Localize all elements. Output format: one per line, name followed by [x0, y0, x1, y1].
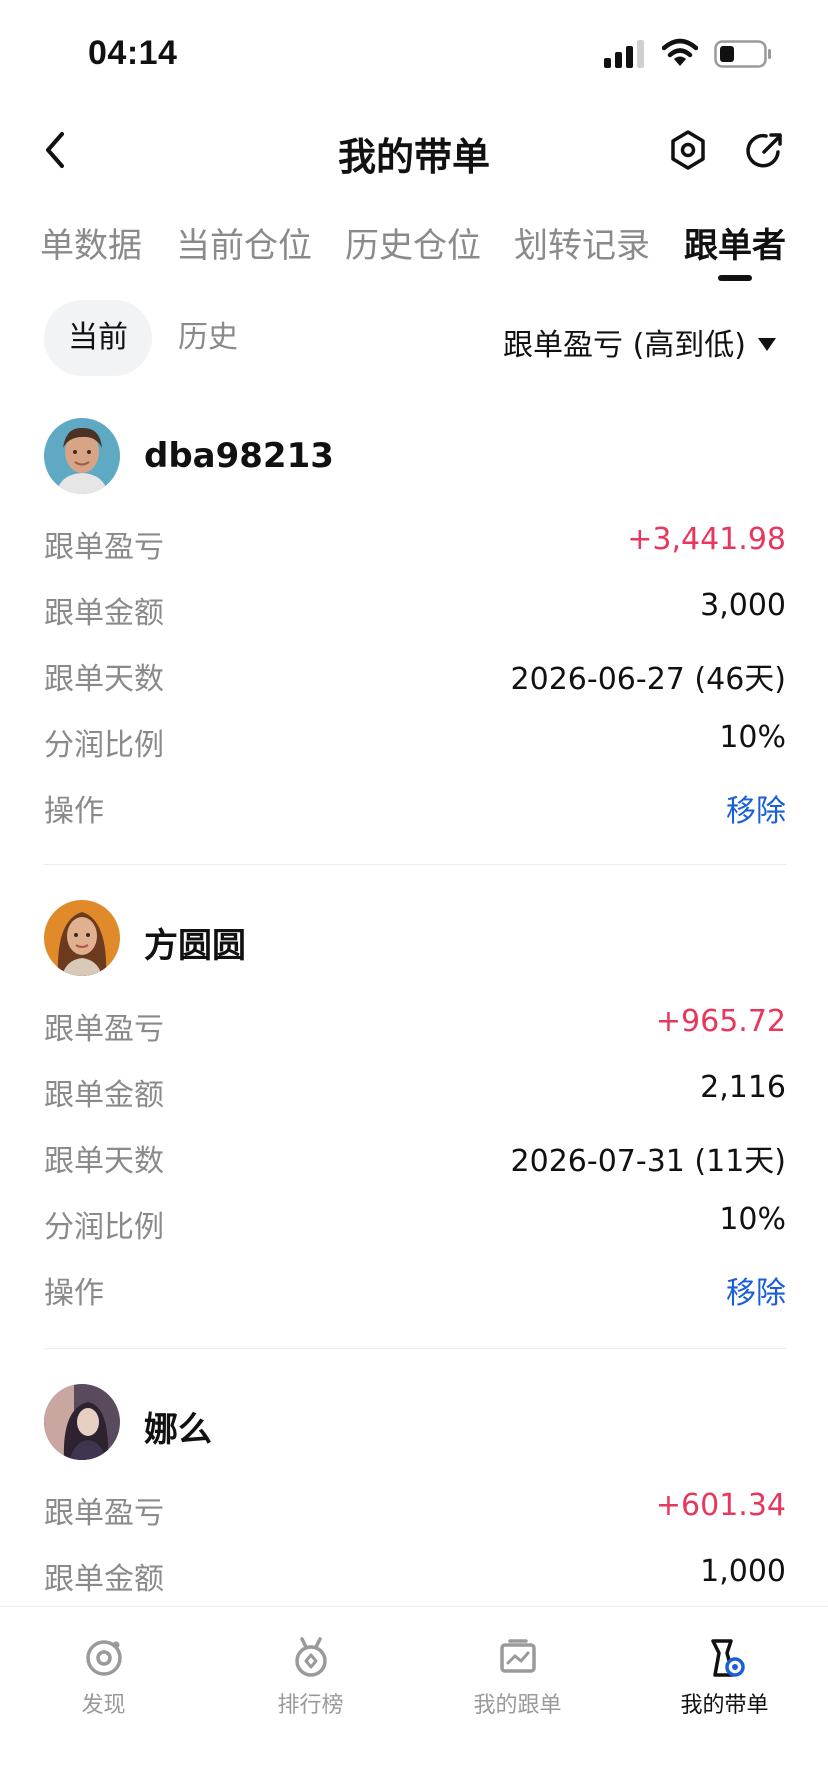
pnl-row: 跟单盈亏 +965.72 [44, 990, 786, 1056]
segment-history[interactable]: 历史 [166, 300, 250, 376]
sort-dropdown[interactable]: 跟单盈亏 (高到低) [503, 320, 776, 364]
follower-card: dba98213 跟单盈亏 +3,441.98 跟单金额 3,000 跟单天数 … [44, 418, 786, 838]
share-icon[interactable] [744, 128, 784, 172]
days-row: 跟单天数 2026-07-31 (11天) [44, 1122, 786, 1188]
nav-leaderboard-label: 排行榜 [277, 1693, 344, 1718]
tab-order-data[interactable]: 单数据 [40, 218, 142, 267]
amount-value: 3,000 [700, 588, 786, 623]
action-row: 操作 移除 [44, 772, 786, 838]
nav-discover[interactable]: 发现 [0, 1635, 207, 1719]
nav-bar: 我的带单 [0, 110, 828, 190]
share-value: 10% [719, 1202, 786, 1237]
tab-bar: 单数据 当前仓位 历史仓位 划转记录 跟单者 [0, 210, 828, 290]
nav-leaderboard[interactable]: 排行榜 [207, 1635, 414, 1719]
action-label: 操作 [44, 794, 104, 829]
follower-header: 娜么 [44, 1384, 786, 1460]
amount-row: 跟单金额 1,000 [44, 1540, 786, 1606]
medal-icon [294, 1637, 327, 1677]
follower-header: 方圆圆 [44, 900, 786, 976]
follower-header: dba98213 [44, 418, 786, 494]
avatar[interactable] [44, 418, 120, 494]
action-row: 操作 移除 [44, 1254, 786, 1320]
share-row: 分润比例 10% [44, 1188, 786, 1254]
days-value: 2026-06-27 (46天) [510, 662, 786, 697]
follower-name: dba98213 [144, 436, 334, 476]
tab-followers[interactable]: 跟单者 [684, 218, 786, 267]
amount-value: 1,000 [700, 1554, 786, 1589]
filter-row: 当前 历史 跟单盈亏 (高到低) [0, 300, 828, 376]
nav-my-copy-trades-label: 我的跟单 [473, 1693, 562, 1718]
avatar[interactable] [44, 900, 120, 976]
tab-history-positions[interactable]: 历史仓位 [345, 218, 481, 267]
nav-my-lead-trades-label: 我的带单 [680, 1693, 769, 1718]
segment-current[interactable]: 当前 [44, 300, 152, 376]
avatar[interactable] [44, 1384, 120, 1460]
pnl-value: +3,441.98 [627, 522, 786, 557]
nav-discover-label: 发现 [81, 1693, 126, 1718]
follower-name: 方圆圆 [144, 926, 246, 966]
wifi-icon [662, 38, 698, 66]
lead-trade-icon [710, 1639, 745, 1677]
status-bar: 04:14 [0, 0, 828, 100]
follower-name: 娜么 [144, 1410, 212, 1450]
active-tab-indicator [718, 275, 752, 281]
pnl-label: 跟单盈亏 [44, 530, 164, 565]
follower-card: 娜么 跟单盈亏 +601.34 跟单金额 1,000 [44, 1384, 786, 1606]
amount-label: 跟单金额 [44, 596, 164, 631]
pnl-value: +965.72 [655, 1004, 786, 1039]
bottom-nav: 发现 排行榜 我的跟单 我的带单 [0, 1606, 828, 1792]
days-row: 跟单天数 2026-06-27 (46天) [44, 640, 786, 706]
remove-button[interactable]: 移除 [726, 786, 786, 830]
nav-my-lead-trades[interactable]: 我的带单 [621, 1635, 828, 1719]
share-row: 分润比例 10% [44, 706, 786, 772]
days-value: 2026-07-31 (11天) [510, 1144, 786, 1179]
amount-row: 跟单金额 2,116 [44, 1056, 786, 1122]
share-label: 分润比例 [44, 728, 164, 763]
tab-transfer-records[interactable]: 划转记录 [514, 218, 650, 267]
sort-label: 跟单盈亏 (高到低) [503, 328, 746, 363]
share-label: 分润比例 [44, 1210, 164, 1245]
amount-label: 跟单金额 [44, 1562, 164, 1597]
battery-icon [714, 40, 771, 68]
status-time: 04:14 [88, 34, 178, 72]
days-label: 跟单天数 [44, 1144, 164, 1179]
remove-button[interactable]: 移除 [726, 1268, 786, 1312]
divider [44, 1348, 786, 1349]
caret-down-icon [758, 338, 776, 351]
amount-label: 跟单金额 [44, 1078, 164, 1113]
cellular-signal-icon [604, 40, 644, 68]
amount-row: 跟单金额 3,000 [44, 574, 786, 640]
days-label: 跟单天数 [44, 662, 164, 697]
pnl-value: +601.34 [655, 1488, 786, 1523]
divider [44, 864, 786, 865]
nav-my-copy-trades[interactable]: 我的跟单 [414, 1635, 621, 1719]
discover-icon [85, 1640, 122, 1676]
pnl-label: 跟单盈亏 [44, 1496, 164, 1531]
settings-hexagon-icon[interactable] [668, 128, 708, 172]
pnl-row: 跟单盈亏 +3,441.98 [44, 508, 786, 574]
chart-icon [499, 1639, 536, 1673]
follower-card: 方圆圆 跟单盈亏 +965.72 跟单金额 2,116 跟单天数 2026-07… [44, 900, 786, 1320]
tab-current-positions[interactable]: 当前仓位 [176, 218, 312, 267]
amount-value: 2,116 [700, 1070, 786, 1105]
pnl-label: 跟单盈亏 [44, 1012, 164, 1047]
share-value: 10% [719, 720, 786, 755]
pnl-row: 跟单盈亏 +601.34 [44, 1474, 786, 1540]
action-label: 操作 [44, 1276, 104, 1311]
